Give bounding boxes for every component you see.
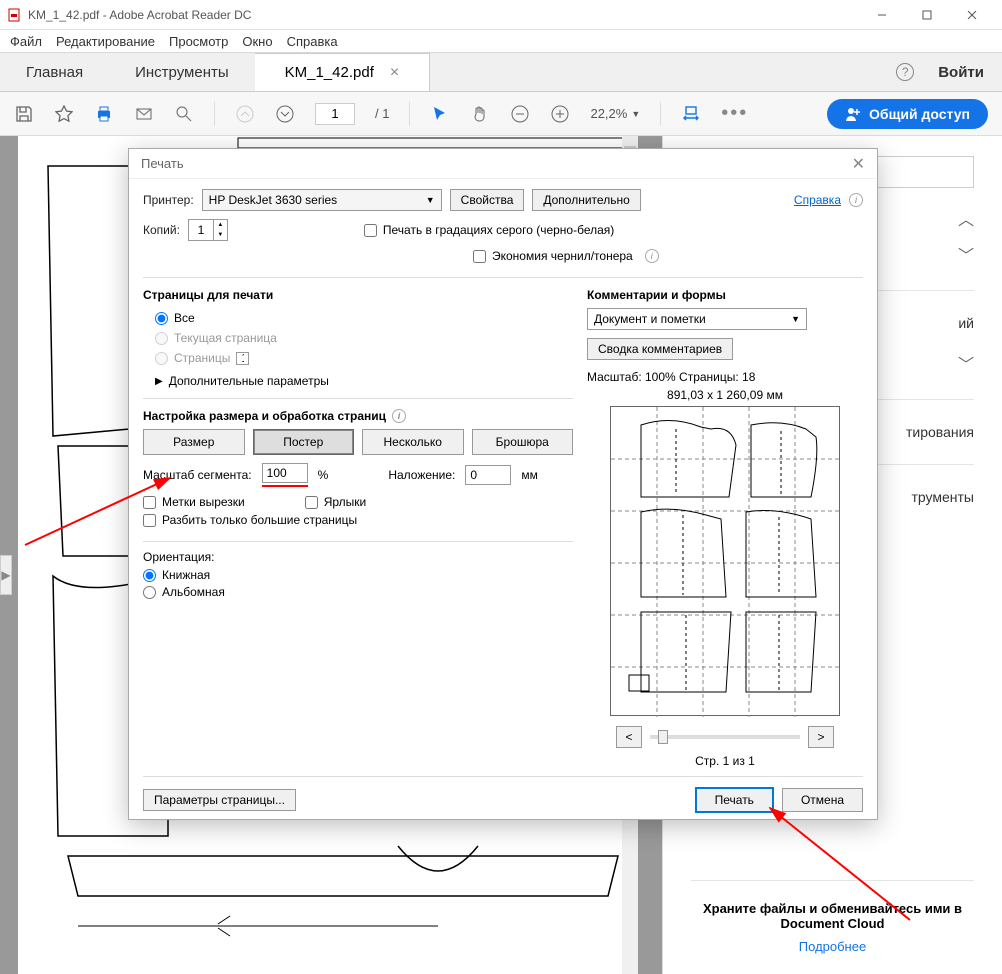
menu-view[interactable]: Просмотр <box>169 34 228 49</box>
hand-icon[interactable] <box>470 104 490 124</box>
window-titlebar: KM_1_42.pdf - Adobe Acrobat Reader DC <box>0 0 1002 30</box>
summary-button[interactable]: Сводка комментариев <box>587 338 733 360</box>
radio-all[interactable] <box>155 312 168 325</box>
minimize-button[interactable] <box>859 0 904 30</box>
chevron-down-icon[interactable]: ﹀ <box>958 351 974 375</box>
dialog-titlebar: Печать ✕ <box>129 149 877 179</box>
footer-title: Храните файлы и обменивайтесь ими вDocum… <box>691 901 974 931</box>
preview-slider[interactable] <box>650 735 800 739</box>
tab-document[interactable]: KM_1_42.pdf × <box>255 53 431 91</box>
page-up-icon[interactable] <box>235 104 255 124</box>
preview-page-label: Стр. 1 из 1 <box>587 754 863 768</box>
page-setup-button[interactable]: Параметры страницы... <box>143 789 296 811</box>
orientation-label: Ориентация: <box>143 550 573 564</box>
properties-button[interactable]: Свойства <box>450 189 525 211</box>
radio-pages <box>155 352 168 365</box>
copies-label: Копий: <box>143 223 180 237</box>
save-icon[interactable] <box>14 104 34 124</box>
zoom-level[interactable]: 22,2%▼ <box>590 106 640 121</box>
menu-file[interactable]: Файл <box>10 34 42 49</box>
pages-section-title: Страницы для печати <box>143 288 573 302</box>
tab-document-label: KM_1_42.pdf <box>285 64 374 81</box>
search-icon[interactable] <box>174 104 194 124</box>
poster-button[interactable]: Постер <box>253 429 355 455</box>
tabbar: Главная Инструменты KM_1_42.pdf × ? Войт… <box>0 52 1002 92</box>
separator <box>660 102 661 126</box>
chevron-down-icon[interactable]: ﹀ <box>958 242 974 266</box>
tab-tools[interactable]: Инструменты <box>109 53 255 91</box>
info-icon[interactable]: i <box>849 193 863 207</box>
radio-portrait[interactable] <box>143 569 156 582</box>
print-dialog: Печать ✕ Принтер: HP DeskJet 3630 series… <box>128 148 878 820</box>
pointer-icon[interactable] <box>430 104 450 124</box>
multiple-button[interactable]: Несколько <box>362 429 464 455</box>
pdf-icon <box>8 8 22 22</box>
close-button[interactable] <box>949 0 994 30</box>
maximize-button[interactable] <box>904 0 949 30</box>
overlap-input[interactable] <box>465 465 511 485</box>
radio-current <box>155 332 168 345</box>
scale-input[interactable] <box>262 463 308 483</box>
preview-prev[interactable]: < <box>616 726 642 748</box>
separator <box>409 102 410 126</box>
menu-window[interactable]: Окно <box>242 34 272 49</box>
more-params-disclosure[interactable]: ▶Дополнительные параметры <box>155 374 573 388</box>
copies-spinner[interactable]: ▲▼ <box>188 219 228 241</box>
tab-close-icon[interactable]: × <box>390 64 399 82</box>
share-label: Общий доступ <box>869 106 970 122</box>
tab-home[interactable]: Главная <box>0 53 109 91</box>
share-button[interactable]: Общий доступ <box>827 99 988 129</box>
size-button[interactable]: Размер <box>143 429 245 455</box>
footer-link[interactable]: Подробнее <box>691 939 974 954</box>
print-icon[interactable] <box>94 104 114 124</box>
preview-dimensions: 891,03 x 1 260,09 мм <box>587 388 863 402</box>
radio-landscape[interactable] <box>143 586 156 599</box>
zoom-in-icon[interactable] <box>550 104 570 124</box>
printer-label: Принтер: <box>143 193 194 207</box>
menu-help[interactable]: Справка <box>287 34 338 49</box>
login-button[interactable]: Войти <box>938 64 984 81</box>
labels-checkbox[interactable] <box>305 496 318 509</box>
star-icon[interactable] <box>54 104 74 124</box>
dialog-close-icon[interactable]: ✕ <box>852 154 865 174</box>
preview-scale: Масштаб: 100% Страницы: 18 <box>587 370 863 384</box>
dialog-title: Печать <box>141 156 184 171</box>
page-down-icon[interactable] <box>275 104 295 124</box>
cutmarks-checkbox[interactable] <box>143 496 156 509</box>
print-preview <box>610 406 840 716</box>
info-icon[interactable]: i <box>392 409 406 423</box>
toolbar: / 1 22,2%▼ ••• Общий доступ <box>0 92 1002 136</box>
printer-select[interactable]: HP DeskJet 3630 series▼ <box>202 189 442 211</box>
page-total: / 1 <box>375 106 389 121</box>
splitbig-checkbox[interactable] <box>143 514 156 527</box>
zoom-out-icon[interactable] <box>510 104 530 124</box>
pages-input[interactable] <box>236 352 249 365</box>
mail-icon[interactable] <box>134 104 154 124</box>
page-input[interactable] <box>315 103 355 125</box>
size-section-title: Настройка размера и обработка страницi <box>143 409 573 423</box>
separator <box>214 102 215 126</box>
menu-edit[interactable]: Редактирование <box>56 34 155 49</box>
more-icon[interactable]: ••• <box>721 102 748 125</box>
preview-next[interactable]: > <box>808 726 834 748</box>
scale-label: Масштаб сегмента: <box>143 468 252 482</box>
fit-width-icon[interactable] <box>681 104 701 124</box>
person-plus-icon <box>845 106 861 122</box>
grayscale-checkbox[interactable] <box>364 224 377 237</box>
chevron-up-icon[interactable]: ︿ <box>958 206 974 230</box>
info-icon[interactable]: i <box>645 249 659 263</box>
comments-section-title: Комментарии и формы <box>587 288 863 302</box>
advanced-button[interactable]: Дополнительно <box>532 189 640 211</box>
booklet-button[interactable]: Брошюра <box>472 429 574 455</box>
help-icon[interactable]: ? <box>896 63 914 81</box>
cancel-button[interactable]: Отмена <box>782 788 863 812</box>
ink-checkbox[interactable] <box>473 250 486 263</box>
help-link[interactable]: Справка <box>794 193 841 207</box>
comments-select[interactable]: Документ и пометки▼ <box>587 308 807 330</box>
window-title: KM_1_42.pdf - Adobe Acrobat Reader DC <box>28 8 859 22</box>
overlap-label: Наложение: <box>388 468 455 482</box>
menubar: Файл Редактирование Просмотр Окно Справк… <box>0 30 1002 52</box>
print-button[interactable]: Печать <box>695 787 774 813</box>
panel-toggle-left[interactable]: ▶ <box>0 555 12 595</box>
